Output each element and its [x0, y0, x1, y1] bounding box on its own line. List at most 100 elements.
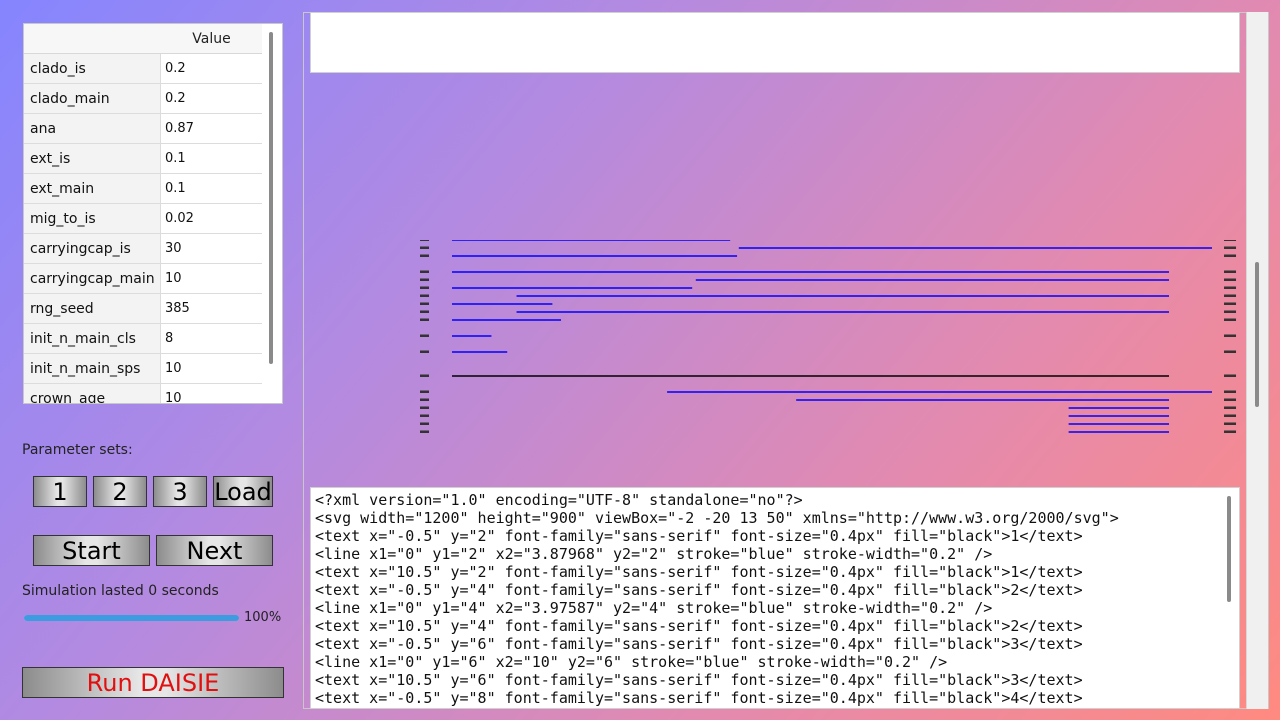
tip-label-mark-left	[420, 302, 429, 305]
param-name: rng_seed	[24, 294, 161, 323]
tip-label-mark-left	[420, 294, 429, 297]
progress-bar	[24, 615, 239, 621]
tip-label-mark-left	[420, 310, 429, 313]
progress-label: 100%	[244, 610, 282, 625]
parameter-table[interactable]: Value clado_is 0.2 clado_main 0.2 ana 0.87 ext…	[23, 23, 283, 404]
param-value-cell[interactable]: 10	[161, 384, 262, 403]
tip-label-mark-left	[420, 246, 429, 249]
param-name: crown_age	[24, 384, 161, 403]
tip-label-mark-right	[1224, 302, 1237, 305]
run-daisie-button[interactable]: Run DAISIE	[22, 667, 284, 698]
tip-label-mark-left	[420, 350, 429, 353]
param-name: clado_is	[24, 54, 161, 83]
tip-label-mark-right	[1224, 350, 1237, 353]
param-value-cell[interactable]: 385	[161, 294, 262, 323]
tip-label-mark-right	[1224, 406, 1237, 409]
svg-code-line: <text x="10.5" y="4" font-family="sans-s…	[315, 617, 1083, 635]
tip-label-mark-left	[420, 286, 429, 289]
tip-label-mark-right	[1224, 422, 1237, 425]
param-row[interactable]: clado_is 0.2	[24, 54, 262, 84]
svg-text-output[interactable]: <?xml version="1.0" encoding="UTF-8" sta…	[310, 487, 1240, 709]
tip-label-mark-left	[420, 278, 429, 281]
parameter-set-2-button[interactable]: 2	[93, 476, 147, 507]
tip-label-mark-right	[1224, 318, 1237, 321]
svg-code-line: <text x="-0.5" y="6" font-family="sans-s…	[315, 635, 1083, 653]
param-value-cell[interactable]: 0.2	[161, 84, 262, 113]
param-name: mig_to_is	[24, 204, 161, 233]
tip-label-mark-left	[420, 398, 429, 401]
tip-label-mark-left	[420, 390, 429, 393]
param-row[interactable]: crown_age 10	[24, 384, 262, 403]
tip-label-mark-left	[420, 430, 429, 433]
start-button[interactable]: Start	[33, 535, 150, 566]
param-name: carryingcap_main	[24, 264, 161, 293]
svg-code-line: <svg width="1200" height="900" viewBox="…	[315, 509, 1119, 527]
param-row[interactable]: carryingcap_is 30	[24, 234, 262, 264]
parameter-set-3-button[interactable]: 3	[153, 476, 207, 507]
param-value-cell[interactable]: 0.87	[161, 114, 262, 143]
tip-label-mark-right	[1224, 334, 1237, 337]
param-name: carryingcap_is	[24, 234, 161, 263]
tip-label-mark-left	[420, 334, 429, 337]
param-row[interactable]: ext_is 0.1	[24, 144, 262, 174]
parameter-rows: clado_is 0.2 clado_main 0.2 ana 0.87 ext_is 0.1…	[24, 54, 262, 403]
svg-code-line: <text x="-0.5" y="4" font-family="sans-s…	[315, 581, 1083, 599]
tip-label-mark-right	[1224, 430, 1237, 433]
param-name: init_n_main_sps	[24, 354, 161, 383]
svg-code-line: <text x="-0.5" y="2" font-family="sans-s…	[315, 527, 1083, 545]
param-name: ext_main	[24, 174, 161, 203]
next-button[interactable]: Next	[156, 535, 273, 566]
svg-code-line: <text x="-0.5" y="8" font-family="sans-s…	[315, 689, 1083, 707]
param-row[interactable]: init_n_main_cls 8	[24, 324, 262, 354]
simulation-duration-label: Simulation lasted 0 seconds	[22, 583, 219, 599]
svg-code-line: <?xml version="1.0" encoding="UTF-8" sta…	[315, 491, 803, 509]
param-row[interactable]: mig_to_is 0.02	[24, 204, 262, 234]
param-value-cell[interactable]: 10	[161, 264, 262, 293]
param-value-cell[interactable]: 0.02	[161, 204, 262, 233]
tip-label-mark-left	[420, 374, 429, 377]
param-value-cell[interactable]: 0.2	[161, 54, 262, 83]
param-row[interactable]: clado_main 0.2	[24, 84, 262, 114]
svg-text-lines: <?xml version="1.0" encoding="UTF-8" sta…	[315, 491, 1119, 707]
tip-label-mark-left	[420, 422, 429, 425]
param-value-cell[interactable]: 30	[161, 234, 262, 263]
param-name: ext_is	[24, 144, 161, 173]
value-column-header: Value	[192, 31, 231, 47]
tip-label-mark-right	[1224, 414, 1237, 417]
param-row[interactable]: ext_main 0.1	[24, 174, 262, 204]
parameter-table-header: Value	[24, 24, 262, 54]
tip-label-mark-right	[1224, 240, 1237, 241]
tip-label-mark-right	[1224, 254, 1237, 257]
tip-label-mark-left	[420, 414, 429, 417]
tip-label-mark-right	[1224, 246, 1237, 249]
param-name: init_n_main_cls	[24, 324, 161, 353]
tip-label-mark-left	[420, 318, 429, 321]
parameter-set-1-button[interactable]: 1	[33, 476, 87, 507]
load-button[interactable]: Load	[213, 476, 273, 507]
svg-code-line: <text x="10.5" y="2" font-family="sans-s…	[315, 563, 1083, 581]
svg-code-line: <text x="10.5" y="6" font-family="sans-s…	[315, 671, 1083, 689]
svg-code-line: <line x1="0" y1="2" x2="3.87968" y2="2" …	[315, 545, 993, 563]
tip-label-mark-right	[1224, 390, 1237, 393]
output-scroll-thumb[interactable]	[1255, 262, 1259, 407]
parameter-sets-label: Parameter sets:	[22, 442, 133, 458]
tip-label-mark-left	[420, 270, 429, 273]
tip-label-mark-left	[420, 406, 429, 409]
tip-label-mark-right	[1224, 310, 1237, 313]
svg-text-scroll-thumb[interactable]	[1227, 496, 1231, 602]
output-top-panel	[310, 12, 1240, 73]
param-row[interactable]: ana 0.87	[24, 114, 262, 144]
param-name: ana	[24, 114, 161, 143]
tip-label-mark-left	[420, 240, 429, 241]
svg-code-line: <line x1="0" y1="4" x2="3.97587" y2="4" …	[315, 599, 993, 617]
tip-label-mark-right	[1224, 270, 1237, 273]
param-row[interactable]: init_n_main_sps 10	[24, 354, 262, 384]
param-value-cell[interactable]: 0.1	[161, 144, 262, 173]
param-row[interactable]: rng_seed 385	[24, 294, 262, 324]
param-value-cell[interactable]: 10	[161, 354, 262, 383]
tip-label-mark-right	[1224, 286, 1237, 289]
parameter-table-scroll-thumb[interactable]	[269, 32, 273, 364]
param-value-cell[interactable]: 8	[161, 324, 262, 353]
param-row[interactable]: carryingcap_main 10	[24, 264, 262, 294]
param-value-cell[interactable]: 0.1	[161, 174, 262, 203]
